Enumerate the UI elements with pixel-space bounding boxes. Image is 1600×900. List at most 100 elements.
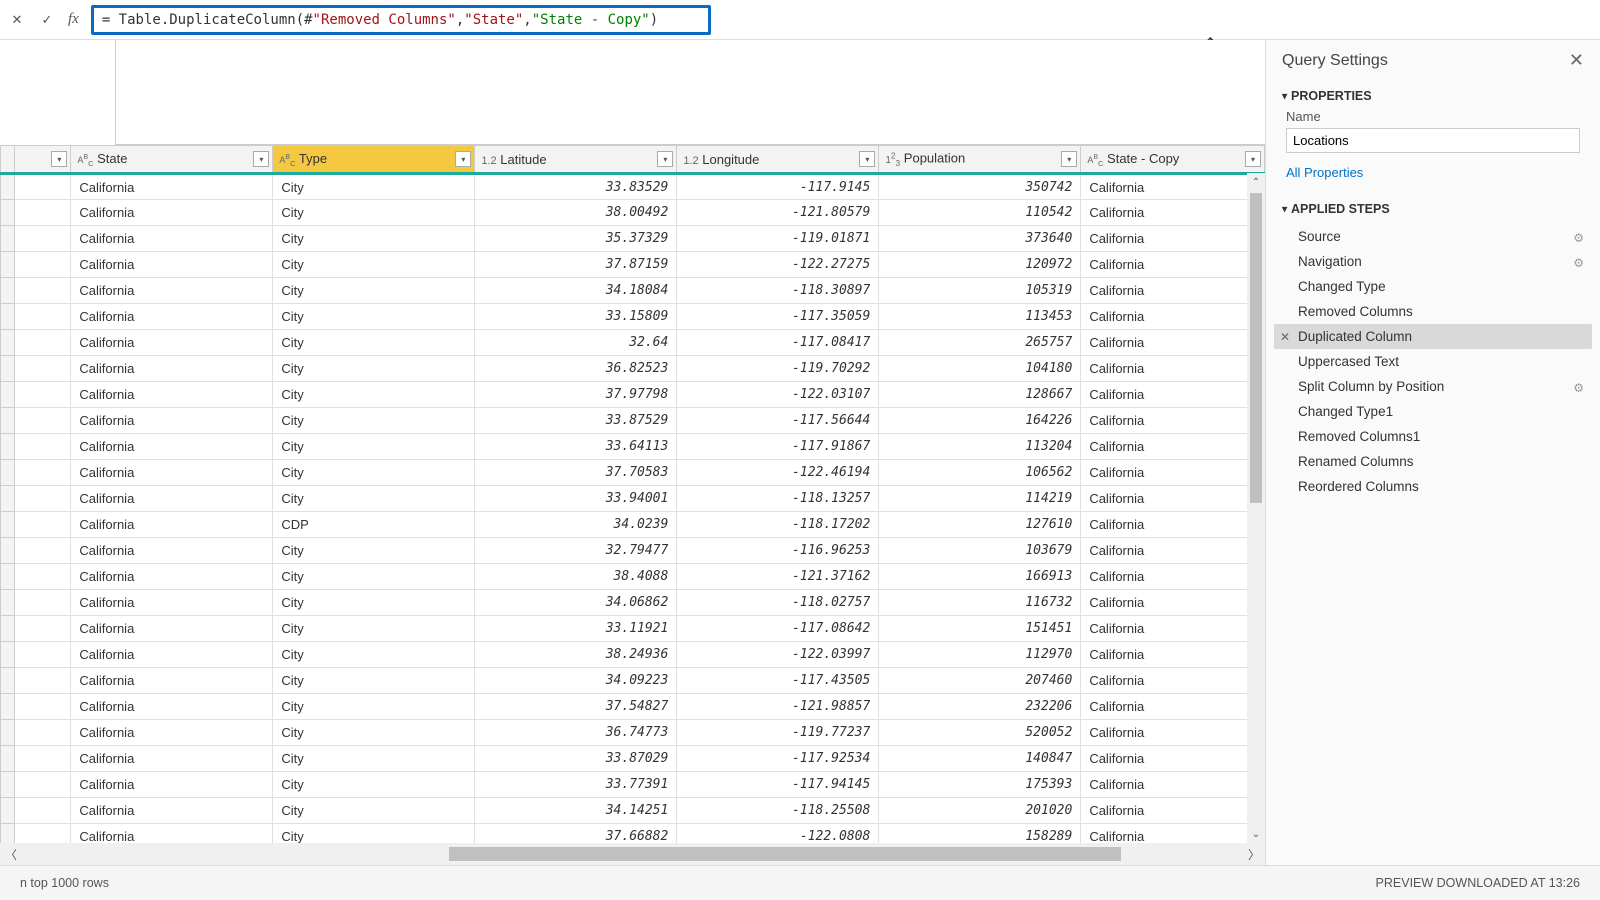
filter-icon[interactable]: ▾ — [253, 151, 269, 167]
cell-latitude[interactable]: 34.14251 — [475, 798, 677, 824]
close-icon[interactable]: ✕ — [1569, 50, 1584, 71]
cell-type[interactable]: City — [273, 590, 475, 616]
cell-population[interactable]: 120972 — [879, 252, 1081, 278]
applied-step-item[interactable]: Changed Type1 — [1274, 399, 1592, 424]
table-row[interactable]: California City 38.4088 -121.37162 16691… — [1, 564, 1265, 590]
table-row[interactable]: California City 36.82523 -119.70292 1041… — [1, 356, 1265, 382]
cell-longitude[interactable]: -121.37162 — [677, 564, 879, 590]
cell-state[interactable]: California — [71, 174, 273, 200]
data-table[interactable]: ▾ ABC State▾ ABC Type▾ 1.2 Latitude▾ 1.2… — [0, 145, 1265, 843]
cell-type[interactable]: City — [273, 226, 475, 252]
cell-type[interactable]: City — [273, 694, 475, 720]
table-row[interactable]: California City 37.54827 -121.98857 2322… — [1, 694, 1265, 720]
applied-step-item[interactable]: Removed Columns1 — [1274, 424, 1592, 449]
cell-type[interactable]: City — [273, 356, 475, 382]
table-row[interactable]: California City 32.79477 -116.96253 1036… — [1, 538, 1265, 564]
cell-latitude[interactable]: 33.77391 — [475, 772, 677, 798]
row-handle[interactable] — [1, 512, 15, 538]
cell-population[interactable]: 175393 — [879, 772, 1081, 798]
row-handle[interactable] — [1, 616, 15, 642]
cell-state-copy[interactable]: California — [1081, 824, 1265, 844]
row-handle[interactable] — [1, 304, 15, 330]
table-row[interactable]: California City 37.87159 -122.27275 1209… — [1, 252, 1265, 278]
table-row[interactable]: California City 34.18084 -118.30897 1053… — [1, 278, 1265, 304]
row-handle[interactable] — [1, 564, 15, 590]
cell-state-copy[interactable]: California — [1081, 642, 1265, 668]
table-row[interactable]: California CDP 34.0239 -118.17202 127610… — [1, 512, 1265, 538]
column-header-latitude[interactable]: 1.2 Latitude▾ — [475, 146, 677, 174]
cell-type[interactable]: City — [273, 824, 475, 844]
cell-longitude[interactable]: -116.96253 — [677, 538, 879, 564]
cell-type[interactable]: City — [273, 330, 475, 356]
cell-longitude[interactable]: -117.08642 — [677, 616, 879, 642]
cell-state-copy[interactable]: California — [1081, 564, 1265, 590]
table-row[interactable]: California City 34.09223 -117.43505 2074… — [1, 668, 1265, 694]
cell-state[interactable]: California — [71, 642, 273, 668]
column-header-state[interactable]: ABC State▾ — [71, 146, 273, 174]
table-row[interactable]: California City 34.14251 -118.25508 2010… — [1, 798, 1265, 824]
cell-state[interactable]: California — [71, 304, 273, 330]
cell-population[interactable]: 201020 — [879, 798, 1081, 824]
cell-type[interactable]: City — [273, 486, 475, 512]
cell-index[interactable] — [15, 772, 71, 798]
cell-latitude[interactable]: 33.83529 — [475, 174, 677, 200]
cell-latitude[interactable]: 33.15809 — [475, 304, 677, 330]
table-row[interactable]: California City 33.94001 -118.13257 1142… — [1, 486, 1265, 512]
cell-longitude[interactable]: -122.27275 — [677, 252, 879, 278]
cell-state[interactable]: California — [71, 746, 273, 772]
table-row[interactable]: California City 38.00492 -121.80579 1105… — [1, 200, 1265, 226]
cell-state[interactable]: California — [71, 408, 273, 434]
cell-state[interactable]: California — [71, 226, 273, 252]
cell-longitude[interactable]: -117.08417 — [677, 330, 879, 356]
cell-index[interactable] — [15, 798, 71, 824]
cell-state-copy[interactable]: California — [1081, 304, 1265, 330]
cell-index[interactable] — [15, 434, 71, 460]
table-row[interactable]: California City 32.64 -117.08417 265757 … — [1, 330, 1265, 356]
cell-population[interactable]: 520052 — [879, 720, 1081, 746]
cell-state[interactable]: California — [71, 252, 273, 278]
cell-index[interactable] — [15, 668, 71, 694]
table-row[interactable]: California City 33.15809 -117.35059 1134… — [1, 304, 1265, 330]
scroll-down-icon[interactable]: ⌄ — [1247, 825, 1265, 843]
row-handle[interactable] — [1, 590, 15, 616]
delete-step-icon[interactable]: ✕ — [1280, 330, 1290, 344]
filter-icon[interactable]: ▾ — [1245, 151, 1261, 167]
gear-icon[interactable]: ⚙ — [1573, 381, 1584, 395]
cell-state-copy[interactable]: California — [1081, 798, 1265, 824]
row-handle[interactable] — [1, 434, 15, 460]
cell-type[interactable]: City — [273, 460, 475, 486]
row-handle[interactable] — [1, 356, 15, 382]
cell-type[interactable]: City — [273, 746, 475, 772]
cell-population[interactable]: 158289 — [879, 824, 1081, 844]
cell-latitude[interactable]: 37.66882 — [475, 824, 677, 844]
cell-longitude[interactable]: -122.03107 — [677, 382, 879, 408]
table-row[interactable]: California City 37.70583 -122.46194 1065… — [1, 460, 1265, 486]
cell-state[interactable]: California — [71, 382, 273, 408]
row-handle[interactable] — [1, 408, 15, 434]
cell-longitude[interactable]: -117.43505 — [677, 668, 879, 694]
cell-state-copy[interactable]: California — [1081, 434, 1265, 460]
query-name-input[interactable] — [1286, 128, 1580, 153]
cell-state-copy[interactable]: California — [1081, 382, 1265, 408]
row-handle[interactable] — [1, 538, 15, 564]
row-handle[interactable] — [1, 824, 15, 844]
row-handle[interactable] — [1, 486, 15, 512]
cell-type[interactable]: City — [273, 772, 475, 798]
cell-state[interactable]: California — [71, 798, 273, 824]
row-handle[interactable] — [1, 746, 15, 772]
cell-index[interactable] — [15, 200, 71, 226]
cell-state[interactable]: California — [71, 564, 273, 590]
cell-latitude[interactable]: 38.24936 — [475, 642, 677, 668]
cell-population[interactable]: 265757 — [879, 330, 1081, 356]
cell-state-copy[interactable]: California — [1081, 512, 1265, 538]
cell-latitude[interactable]: 38.4088 — [475, 564, 677, 590]
cell-population[interactable]: 114219 — [879, 486, 1081, 512]
fx-icon[interactable]: fx — [68, 11, 79, 28]
cell-state-copy[interactable]: California — [1081, 408, 1265, 434]
cell-state-copy[interactable]: California — [1081, 460, 1265, 486]
cell-index[interactable] — [15, 278, 71, 304]
applied-step-item[interactable]: Renamed Columns — [1274, 449, 1592, 474]
cell-longitude[interactable]: -118.02757 — [677, 590, 879, 616]
cell-type[interactable]: City — [273, 798, 475, 824]
cell-population[interactable]: 116732 — [879, 590, 1081, 616]
